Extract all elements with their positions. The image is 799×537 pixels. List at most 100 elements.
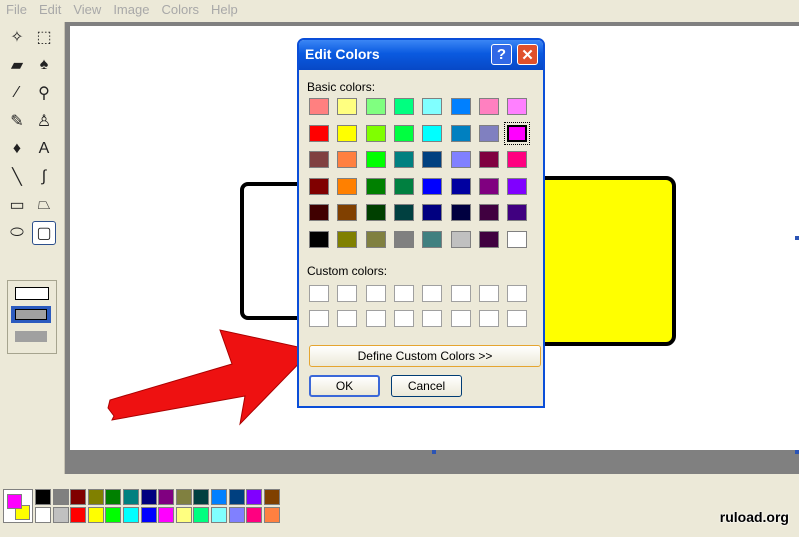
close-button[interactable]: ✕ <box>517 44 538 65</box>
basic-color-swatch[interactable] <box>450 204 471 221</box>
palette-swatch[interactable] <box>211 489 227 505</box>
basic-color-swatch[interactable] <box>422 98 443 115</box>
custom-color-swatch[interactable] <box>507 310 528 327</box>
fill-bucket-icon[interactable]: ♠ <box>32 53 56 77</box>
basic-color-swatch[interactable] <box>309 204 329 221</box>
basic-color-swatch[interactable] <box>422 124 443 142</box>
basic-color-swatch[interactable] <box>365 98 386 115</box>
palette-swatch[interactable] <box>35 489 51 505</box>
option-outline[interactable] <box>15 287 49 300</box>
custom-color-swatch[interactable] <box>365 285 386 302</box>
polygon-icon[interactable]: ⏢ <box>32 193 56 217</box>
palette-swatch[interactable] <box>123 489 139 505</box>
basic-color-swatch[interactable] <box>393 204 414 221</box>
palette-swatch[interactable] <box>193 489 210 505</box>
menu-help[interactable]: Help <box>205 0 244 20</box>
basic-color-swatch[interactable] <box>365 230 386 248</box>
basic-color-swatch[interactable] <box>365 151 386 168</box>
basic-color-swatch[interactable] <box>507 204 528 221</box>
eraser-icon[interactable]: ▰ <box>5 53 29 77</box>
basic-color-swatch[interactable] <box>337 177 358 195</box>
magnifier-icon[interactable]: ⚲ <box>32 81 56 105</box>
palette-swatch[interactable] <box>87 489 104 505</box>
menu-image[interactable]: Image <box>107 0 155 20</box>
rect-select-icon[interactable]: ⬚ <box>32 25 56 49</box>
menu-colors[interactable]: Colors <box>155 0 205 20</box>
custom-color-swatch[interactable] <box>337 285 358 302</box>
palette-swatch[interactable] <box>52 507 69 523</box>
basic-color-swatch[interactable] <box>450 177 471 195</box>
line-icon[interactable]: ╲ <box>5 165 29 189</box>
basic-color-swatch[interactable] <box>309 177 329 195</box>
basic-color-swatch[interactable] <box>478 230 499 248</box>
basic-color-swatch[interactable] <box>365 204 386 221</box>
basic-color-swatch[interactable] <box>507 151 528 168</box>
text-icon[interactable]: A <box>32 137 56 161</box>
custom-color-swatch[interactable] <box>450 285 471 302</box>
palette-swatch[interactable] <box>105 489 122 505</box>
basic-color-swatch[interactable] <box>309 230 329 248</box>
palette-swatch[interactable] <box>246 489 263 505</box>
rectangle-icon[interactable]: ▭ <box>5 193 29 217</box>
basic-color-swatch[interactable] <box>422 204 443 221</box>
basic-color-swatch[interactable] <box>450 230 471 248</box>
custom-color-swatch[interactable] <box>450 310 471 327</box>
basic-color-swatch[interactable] <box>478 177 499 195</box>
custom-color-swatch[interactable] <box>478 310 499 327</box>
basic-color-swatch[interactable] <box>422 177 443 195</box>
option-fill[interactable] <box>15 331 47 342</box>
resize-handle-right[interactable] <box>795 236 799 240</box>
basic-color-swatch[interactable] <box>507 98 528 115</box>
palette-swatch[interactable] <box>175 489 192 505</box>
palette-swatch[interactable] <box>140 507 157 523</box>
pencil-icon[interactable]: ✎ <box>5 109 29 133</box>
cancel-button[interactable]: Cancel <box>391 375 462 397</box>
palette-swatch[interactable] <box>35 507 51 523</box>
rounded-rect-icon[interactable]: ▢ <box>32 221 56 245</box>
palette-swatch[interactable] <box>70 507 87 523</box>
custom-color-swatch[interactable] <box>309 285 329 302</box>
basic-color-swatch[interactable] <box>450 124 471 142</box>
free-select-icon[interactable]: ✧ <box>5 25 29 49</box>
custom-color-swatch[interactable] <box>507 285 528 302</box>
basic-color-swatch[interactable] <box>309 98 329 115</box>
palette-swatch[interactable] <box>263 489 280 505</box>
ok-button[interactable]: OK <box>309 375 380 397</box>
color-picker-icon[interactable]: ⁄ <box>5 81 29 105</box>
menu-edit[interactable]: Edit <box>33 0 67 20</box>
help-button[interactable]: ? <box>491 44 512 65</box>
basic-color-swatch[interactable] <box>393 151 414 168</box>
basic-color-swatch[interactable] <box>478 124 499 142</box>
custom-color-swatch[interactable] <box>393 285 414 302</box>
basic-color-swatch[interactable] <box>450 151 471 168</box>
resize-handle-corner[interactable] <box>795 450 799 454</box>
custom-color-swatch[interactable] <box>337 310 358 327</box>
menu-file[interactable]: File <box>0 0 33 20</box>
palette-swatch[interactable] <box>246 507 263 523</box>
dialog-titlebar[interactable]: Edit Colors ? ✕ <box>299 40 543 70</box>
palette-swatch[interactable] <box>228 489 245 505</box>
basic-color-swatch[interactable] <box>393 177 414 195</box>
palette-swatch[interactable] <box>87 507 104 523</box>
basic-color-swatch[interactable] <box>478 204 499 221</box>
basic-color-swatch[interactable] <box>337 98 358 115</box>
ellipse-icon[interactable]: ⬭ <box>5 221 29 245</box>
basic-color-swatch[interactable] <box>478 98 499 115</box>
basic-color-swatch[interactable] <box>422 230 443 248</box>
basic-color-swatch[interactable] <box>337 230 358 248</box>
palette-swatch[interactable] <box>140 489 157 505</box>
airbrush-icon[interactable]: ♦ <box>5 137 29 161</box>
palette-swatch[interactable] <box>158 489 175 505</box>
basic-color-swatch[interactable] <box>393 124 414 142</box>
custom-color-swatch[interactable] <box>422 285 443 302</box>
palette-swatch[interactable] <box>228 507 245 523</box>
custom-color-swatch[interactable] <box>365 310 386 327</box>
custom-color-swatch[interactable] <box>393 310 414 327</box>
basic-color-swatch[interactable] <box>337 151 358 168</box>
palette-swatch[interactable] <box>211 507 227 523</box>
basic-color-swatch[interactable] <box>450 98 471 115</box>
basic-color-swatch[interactable] <box>478 151 499 168</box>
custom-color-swatch[interactable] <box>478 285 499 302</box>
palette-swatch[interactable] <box>52 489 69 505</box>
palette-swatch[interactable] <box>175 507 192 523</box>
